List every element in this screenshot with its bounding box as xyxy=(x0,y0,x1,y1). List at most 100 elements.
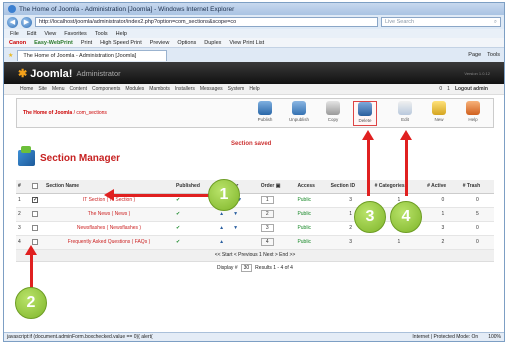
move-up-icon[interactable]: ▲ xyxy=(219,225,224,231)
move-down-icon[interactable]: ▼ xyxy=(233,211,238,217)
row-checkbox[interactable] xyxy=(30,193,44,208)
new-icon xyxy=(432,101,446,115)
browser-tab[interactable]: The Home of Joomla - Administration [Joo… xyxy=(17,49,168,61)
menu-bar: File Edit View Favorites Tools Help xyxy=(4,29,504,38)
back-button[interactable]: ◀ xyxy=(7,16,18,28)
menu-edit[interactable]: Edit xyxy=(27,31,36,37)
results-text: Results 1 - 4 of 4 xyxy=(255,264,293,271)
jmenu-installers[interactable]: Installers xyxy=(175,86,195,92)
address-bar[interactable]: http://localhost/joomla/administrator/in… xyxy=(35,17,378,27)
categories-count: 1 xyxy=(372,235,426,250)
messages-count[interactable]: 0 xyxy=(439,86,442,92)
preview-button[interactable]: Preview xyxy=(150,40,170,46)
jmenu-system[interactable]: System xyxy=(228,86,245,92)
section-name-link[interactable]: Frequently Asked Questions ( FAQs ) xyxy=(44,235,174,250)
display-row: Display # 30 Results 1 - 4 of 4 xyxy=(16,262,494,274)
jmenu-messages[interactable]: Messages xyxy=(200,86,223,92)
order-input[interactable]: 2 xyxy=(260,210,274,218)
published-icon[interactable]: ✔ xyxy=(174,221,218,236)
table-row: 3 Newsflashes ( Newsflashes ) ✔ ▲ ▼ 3 Pub… xyxy=(16,221,494,236)
breadcrumb: The Home of Joomla / com_sections xyxy=(23,110,107,116)
access-link[interactable]: Public xyxy=(295,221,329,236)
jmenu-home[interactable]: Home xyxy=(20,86,33,92)
search-input[interactable]: Live Search ⌕ xyxy=(381,17,501,27)
new-label: New xyxy=(434,117,444,122)
callout-4: 4 xyxy=(390,201,422,233)
jmenu-help[interactable]: Help xyxy=(249,86,259,92)
section-name-link[interactable]: Newsflashes ( Newsflashes ) xyxy=(44,221,174,236)
jmenu-modules[interactable]: Modules xyxy=(125,86,144,92)
move-up-icon[interactable]: ▲ xyxy=(219,239,224,245)
menu-file[interactable]: File xyxy=(10,31,19,37)
favorites-star-icon[interactable]: ★ xyxy=(8,52,13,59)
publish-icon xyxy=(258,101,272,115)
tools-menu[interactable]: Tools xyxy=(487,52,500,58)
new-button[interactable]: New xyxy=(427,101,451,126)
users-count[interactable]: 1 xyxy=(447,86,450,92)
order-input[interactable]: 3 xyxy=(260,224,274,232)
unpublish-button[interactable]: Unpublish xyxy=(287,101,311,126)
col-check-all[interactable] xyxy=(30,180,44,194)
row-checkbox-input[interactable] xyxy=(32,238,38,245)
logout-link[interactable]: Logout admin xyxy=(455,86,488,92)
version-text: Version 1.0.12 xyxy=(464,70,490,76)
check-all-checkbox[interactable] xyxy=(32,183,38,190)
help-button[interactable]: Help xyxy=(461,101,485,126)
order-input[interactable]: 1 xyxy=(260,196,274,204)
jmenu-site[interactable]: Site xyxy=(38,86,47,92)
jmenu-mambots[interactable]: Mambots xyxy=(149,86,170,92)
delete-button[interactable]: Delete xyxy=(353,101,377,126)
access-link[interactable]: Public xyxy=(295,193,329,208)
pagination[interactable]: << Start < Previous 1 Next > End >> xyxy=(16,249,494,262)
jmenu-menu[interactable]: Menu xyxy=(52,86,65,92)
access-link[interactable]: Public xyxy=(295,207,329,222)
security-zone[interactable]: Internet | Protected Mode: On xyxy=(412,334,478,340)
active-count: 2 xyxy=(425,235,461,250)
published-icon[interactable]: ✔ xyxy=(174,235,218,250)
row-checkbox-input[interactable] xyxy=(32,210,38,217)
order-cell: 3 xyxy=(258,221,296,236)
jmenu-content[interactable]: Content xyxy=(69,86,87,92)
row-checkbox-input[interactable] xyxy=(32,224,38,231)
high-speed-print-button[interactable]: High Speed Print xyxy=(100,40,142,46)
order-input[interactable]: 4 xyxy=(260,238,274,246)
status-message: Section saved xyxy=(231,141,272,147)
move-up-icon[interactable]: ▲ xyxy=(219,211,224,217)
jmenu-components[interactable]: Components xyxy=(92,86,120,92)
options-button[interactable]: Options xyxy=(177,40,196,46)
print-button[interactable]: Print xyxy=(81,40,92,46)
browser-window: The Home of Joomla - Administration [Joo… xyxy=(3,2,505,342)
display-select[interactable]: 30 xyxy=(240,263,253,272)
zoom-level[interactable]: 100% xyxy=(488,334,501,340)
breadcrumb-site[interactable]: The Home of Joomla xyxy=(23,110,72,116)
section-name-link[interactable]: The News ( News ) xyxy=(44,207,174,222)
page-menu[interactable]: Page xyxy=(468,52,481,58)
trash-count: 0 xyxy=(460,221,494,236)
published-icon[interactable]: ✔ xyxy=(174,207,218,222)
annotation-arrow-1 xyxy=(112,194,210,197)
row-checkbox[interactable] xyxy=(30,221,44,236)
active-count: 3 xyxy=(425,221,461,236)
menu-view[interactable]: View xyxy=(44,31,56,37)
search-icon[interactable]: ⌕ xyxy=(494,19,497,26)
save-order-icon[interactable]: ▣ xyxy=(276,183,281,189)
publish-button[interactable]: Publish xyxy=(253,101,277,126)
menu-favorites[interactable]: Favorites xyxy=(64,31,87,37)
row-checkbox[interactable] xyxy=(30,207,44,222)
callout-3: 3 xyxy=(354,201,386,233)
row-checkbox-input[interactable] xyxy=(32,196,38,203)
admin-toolbar: The Home of Joomla / com_sections Publis… xyxy=(16,98,494,128)
edit-button[interactable]: Edit xyxy=(393,101,417,126)
canon-logo: Canon xyxy=(9,39,27,46)
annotation-arrow-4 xyxy=(405,138,408,196)
easy-webprint-button[interactable]: Easy-WebPrint xyxy=(34,40,73,46)
copy-button[interactable]: Copy xyxy=(321,101,345,126)
view-print-list-button[interactable]: View Print List xyxy=(229,40,264,46)
duplex-button[interactable]: Duplex xyxy=(204,40,221,46)
menu-tools[interactable]: Tools xyxy=(95,31,108,37)
active-count: 1 xyxy=(425,207,461,222)
move-down-icon[interactable]: ▼ xyxy=(233,225,238,231)
menu-help[interactable]: Help xyxy=(116,31,127,37)
access-link[interactable]: Public xyxy=(295,235,329,250)
forward-button[interactable]: ▶ xyxy=(21,16,32,28)
